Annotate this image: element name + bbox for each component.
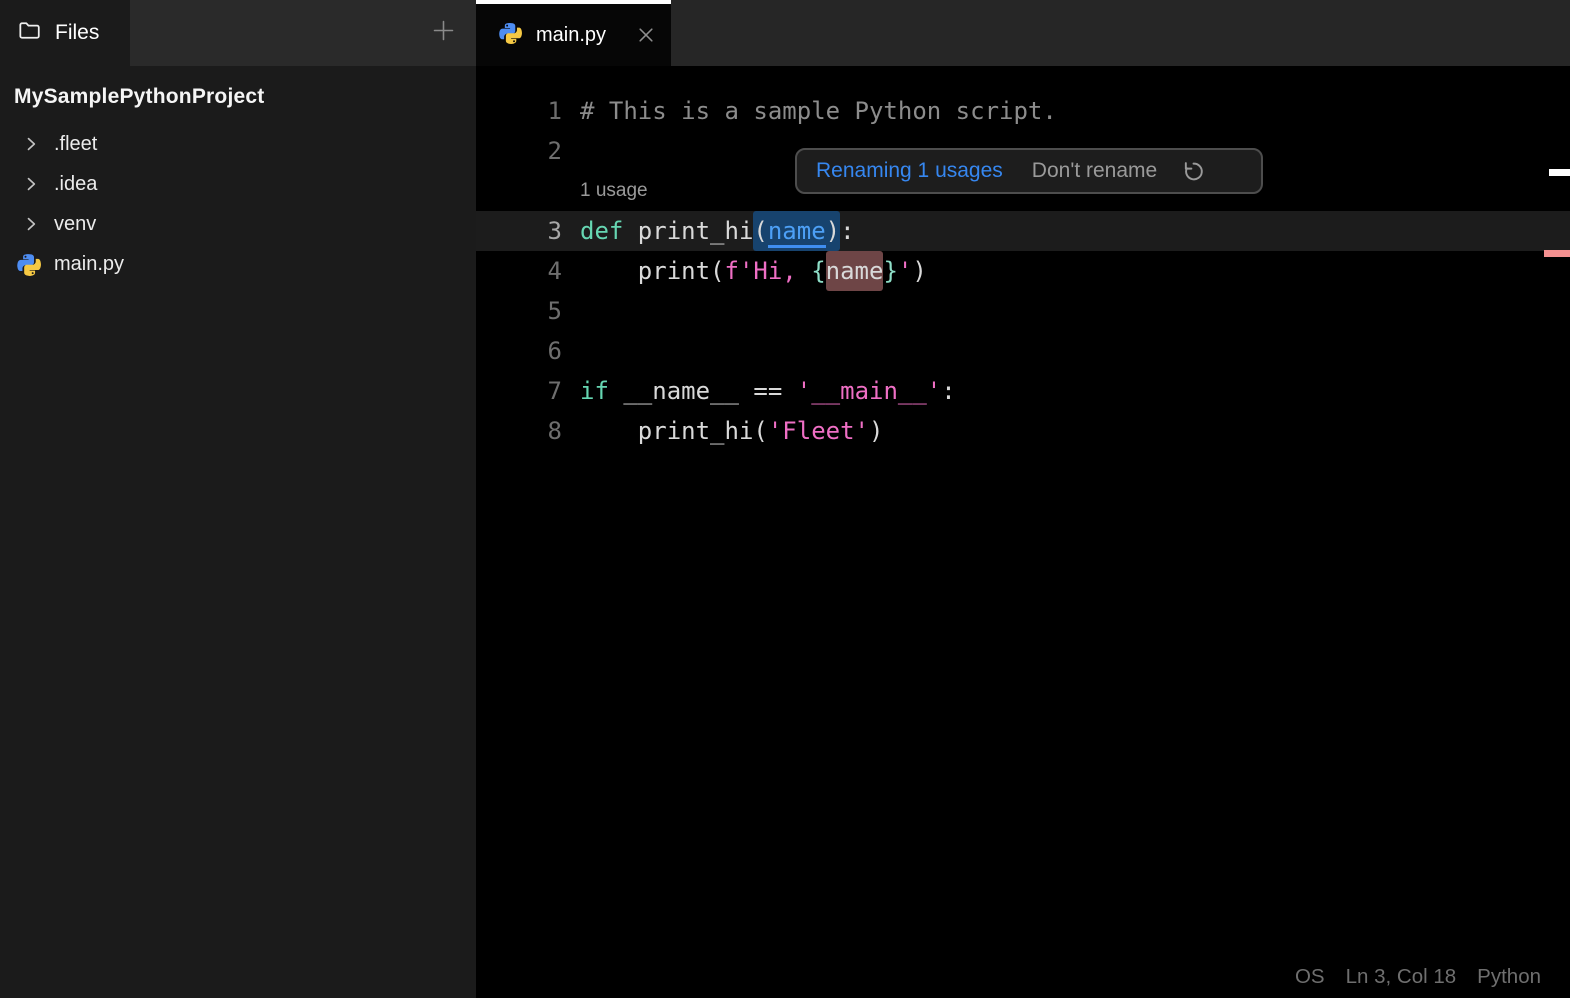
line-number: 8 [547,417,562,445]
code-line[interactable]: 5 [476,291,1570,331]
code-token: ) [825,217,841,245]
close-icon[interactable] [635,24,657,46]
code-line[interactable]: 8 print_hi('Fleet') [476,411,1570,451]
file-tree: MySamplePythonProject .fleet .idea venv … [0,66,476,284]
line-number: 3 [547,217,562,245]
renaming-usages-button[interactable]: Renaming 1 usages [816,159,1003,183]
code-token: : [840,217,855,245]
tree-item-idea[interactable]: .idea [0,164,476,204]
tree-item-label: .fleet [54,132,98,155]
add-file-button[interactable] [420,0,466,66]
code-token: def [580,217,624,245]
code-token: name [767,217,826,248]
revert-icon [1184,161,1203,180]
status-language[interactable]: Python [1477,965,1541,989]
tab-mainpy[interactable]: main.py [476,0,671,66]
line-number [476,171,562,211]
files-panel-title: Files [55,21,100,44]
usage-highlight: name [825,251,884,291]
python-icon [498,21,522,50]
tab-bar: main.py [476,0,1570,66]
code-token: ( [753,217,768,245]
file-explorer-panel: Files MySamplePythonProject .fleet .idea… [0,0,476,998]
explorer-header: Files [0,0,476,66]
status-os[interactable]: OS [1295,965,1325,989]
code-token: ) [912,257,927,285]
tab-label: main.py [536,23,607,46]
code-text: if __name__ == '__main__': [562,371,956,411]
line-number: 2 [547,137,562,165]
code-token: if [580,377,609,405]
line-number: 4 [547,257,562,285]
overview-ruler-change-mark[interactable] [1544,250,1570,257]
overview-ruler-caret-mark[interactable] [1549,169,1570,176]
code-token: ' [897,257,913,285]
plus-icon [430,17,457,49]
code-token: } [883,257,898,285]
revert-button[interactable] [1181,159,1205,183]
code-line[interactable]: 7 if __name__ == '__main__': [476,371,1570,411]
editor-pane: main.py 1 # This is a sample Python scrip… [476,0,1570,998]
code-text: print_hi('Fleet') [562,411,884,451]
code-token: f [724,257,739,285]
code-text: print(f'Hi, {name}') [562,251,927,291]
code-token: name [825,257,884,285]
project-name: MySamplePythonProject [14,85,265,108]
chevron-right-icon[interactable] [21,214,41,234]
chevron-right-icon[interactable] [21,134,41,154]
line-number: 1 [547,97,562,125]
folder-icon [17,18,42,48]
code-line[interactable]: 6 [476,331,1570,371]
chevron-right-icon[interactable] [21,174,41,194]
status-bar: OS Ln 3, Col 18 Python [1295,965,1541,989]
tree-item-label: main.py [54,252,125,275]
code-token: 'Hi, [738,257,812,285]
tree-item-label: venv [54,212,97,235]
status-caret-position[interactable]: Ln 3, Col 18 [1346,965,1457,989]
code-token: { [811,257,826,285]
tree-item-venv[interactable]: venv [0,204,476,244]
code-token: 'Fleet' [767,417,869,445]
usage-hint[interactable]: 1 usage [562,171,648,211]
code-token: '__main__' [796,377,942,405]
code-token: ) [869,417,884,445]
tree-item-label: .idea [54,172,98,195]
tree-item-mainpy[interactable]: main.py [0,244,476,284]
python-icon [16,252,41,277]
code-token: # This is a sample Python script. [580,97,1057,125]
code-area[interactable]: 1 # This is a sample Python script. 2 1 usa… [476,91,1570,451]
line-number: 6 [547,337,562,365]
code-line[interactable]: 3 def print_hi(name): [476,211,1570,251]
rename-target-highlight: (name) [753,211,841,251]
line-number: 5 [547,297,562,325]
dont-rename-button[interactable]: Don't rename [1032,159,1157,183]
rename-popup: Renaming 1 usages Don't rename [795,148,1263,194]
code-text: def print_hi(name): [562,211,855,251]
fleet-ide-window: Files MySamplePythonProject .fleet .idea… [0,0,1570,998]
code-token: print_hi [623,217,754,245]
project-root-row[interactable]: MySamplePythonProject [0,77,476,117]
code-token: == [753,377,797,405]
code-token: print_hi( [580,417,768,445]
files-panel-tab[interactable]: Files [0,0,130,66]
tree-item-fleet[interactable]: .fleet [0,124,476,164]
line-number: 7 [547,377,562,405]
code-text: # This is a sample Python script. [562,91,1057,131]
code-line[interactable]: 1 # This is a sample Python script. [476,91,1570,131]
code-token: print( [580,257,725,285]
code-token: : [941,377,956,405]
code-line[interactable]: 4 print(f'Hi, {name}') [476,251,1570,291]
file-tree-items: .fleet .idea venv main.py [0,124,476,284]
code-token: __name__ [608,377,754,405]
